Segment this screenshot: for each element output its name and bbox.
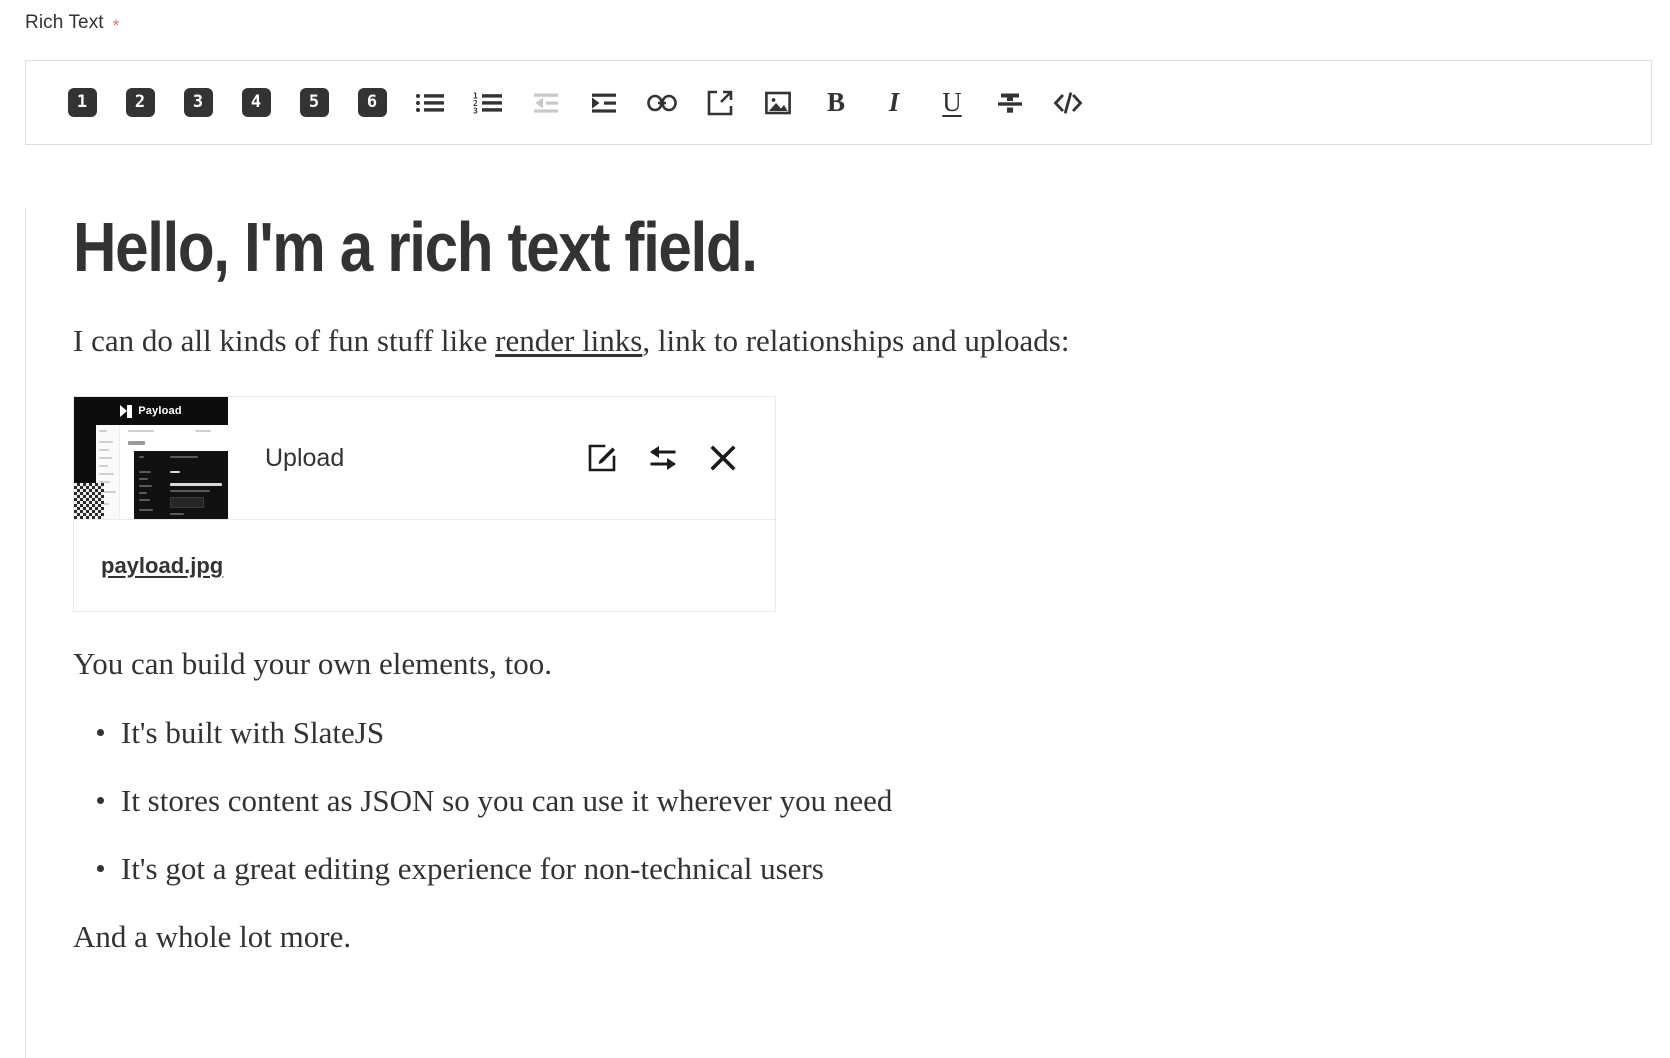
heading-6-button[interactable]: 6 — [343, 74, 401, 132]
heading-2-button[interactable]: 2 — [111, 74, 169, 132]
underline-button[interactable]: U — [923, 74, 981, 132]
content-heading: Hello, I'm a rich text field. — [73, 208, 758, 286]
field-label-row: Rich Text * — [25, 12, 119, 34]
feature-bullet-list: It's built with SlateJS It stores conten… — [73, 711, 1652, 891]
heading-1-icon: 1 — [67, 88, 97, 117]
italic-button[interactable]: I — [865, 74, 923, 132]
upload-card-header: Payload Upload — [74, 397, 775, 521]
relationship-icon — [707, 90, 733, 115]
indent-increase-icon — [592, 93, 616, 113]
swap-upload-button[interactable] — [647, 443, 679, 473]
list-item: It's built with SlateJS — [97, 711, 1652, 755]
upload-image-button[interactable] — [749, 74, 807, 132]
strikethrough-button[interactable] — [981, 74, 1039, 132]
richtext-editor-content[interactable]: Hello, I'm a rich text field. I can do a… — [25, 208, 1652, 1058]
italic-icon: I — [888, 87, 900, 117]
upload-filename-link[interactable]: payload.jpg — [101, 553, 223, 579]
required-indicator: * — [112, 15, 120, 35]
list-item: It's got a great editing experience for … — [97, 847, 1652, 891]
lead-text-before-link: I can do all kinds of fun stuff like — [73, 323, 496, 359]
thumbnail-brand-label: Payload — [138, 405, 182, 418]
content-lead-paragraph: I can do all kinds of fun stuff like ren… — [73, 319, 1652, 364]
svg-text:3: 3 — [473, 106, 478, 115]
upload-title: Upload — [265, 443, 345, 472]
link-icon — [647, 94, 677, 111]
indent-increase-button[interactable] — [575, 74, 633, 132]
unordered-list-button[interactable] — [401, 74, 459, 132]
lead-text-after-link: , link to relationships and uploads: — [642, 323, 1070, 359]
upload-card-footer: payload.jpg — [74, 520, 775, 611]
unordered-list-icon — [416, 93, 444, 112]
thumbnail-transparency-checker — [74, 483, 104, 520]
ordered-list-button[interactable]: 1 2 3 — [459, 74, 517, 132]
strikethrough-icon — [998, 93, 1022, 113]
indent-decrease-icon — [534, 93, 558, 113]
remove-upload-button[interactable] — [709, 444, 737, 472]
list-item: It stores content as JSON so you can use… — [97, 779, 1652, 823]
close-icon — [710, 445, 736, 471]
heading-3-icon: 3 — [183, 88, 213, 117]
upload-actions — [587, 397, 775, 519]
heading-4-icon: 4 — [241, 88, 271, 117]
upload-image-icon — [765, 91, 791, 114]
heading-3-button[interactable]: 3 — [169, 74, 227, 132]
thumbnail-dark-panel — [134, 451, 228, 520]
thumbnail-brand-bar: Payload — [74, 397, 228, 426]
field-label: Rich Text — [25, 12, 104, 33]
indent-decrease-button[interactable] — [517, 74, 575, 132]
edit-icon — [588, 445, 616, 472]
heading-5-button[interactable]: 5 — [285, 74, 343, 132]
heading-1-button[interactable]: 1 — [53, 74, 111, 132]
render-links-link[interactable]: render links — [495, 323, 642, 358]
richtext-toolbar: 1 2 3 4 5 6 1 2 3 B I U — [25, 60, 1652, 145]
underline-icon: U — [942, 87, 962, 117]
upload-thumbnail: Payload — [74, 397, 228, 520]
paragraph-tail: And a whole lot more. — [73, 919, 352, 955]
heading-6-icon: 6 — [357, 88, 387, 117]
link-button[interactable] — [633, 74, 691, 132]
heading-5-icon: 5 — [299, 88, 329, 117]
ordered-list-icon: 1 2 3 — [473, 91, 502, 115]
thumbnail-screenshot — [96, 425, 228, 520]
code-icon — [1053, 91, 1083, 114]
bold-button[interactable]: B — [807, 74, 865, 132]
paragraph-after-card: You can build your own elements, too. — [73, 646, 553, 682]
upload-title-area: Upload — [228, 397, 587, 519]
edit-upload-button[interactable] — [587, 443, 617, 473]
payload-logo-icon — [120, 404, 133, 418]
swap-icon — [650, 446, 676, 471]
code-button[interactable] — [1039, 74, 1097, 132]
upload-card[interactable]: Payload Upload payload.jpg — [73, 396, 776, 613]
bold-icon: B — [826, 87, 845, 117]
heading-2-icon: 2 — [125, 88, 155, 117]
relationship-button[interactable] — [691, 74, 749, 132]
heading-4-button[interactable]: 4 — [227, 74, 285, 132]
